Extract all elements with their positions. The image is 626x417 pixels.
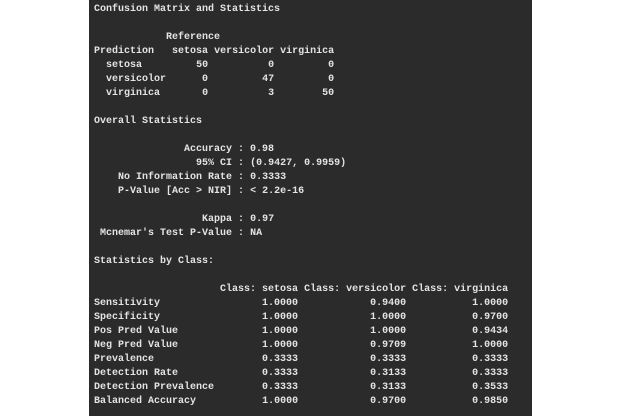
matrix-row-label: versicolor [106, 74, 167, 85]
class-stat-value: 1.0000 [262, 340, 299, 351]
overall-statistics-heading: Overall Statistics [94, 116, 203, 127]
overall-stat-row: Accuracy : 0.98 [184, 144, 275, 155]
class-stat-value: 0.9400 [370, 298, 407, 309]
matrix-row: versicolor 0 47 0 [94, 73, 508, 87]
matrix-row: virginica 0 3 50 [94, 87, 508, 101]
matrix-row-label: setosa [106, 60, 143, 71]
class-stat-value: 1.0000 [370, 326, 407, 337]
class-stat-value: 0.9700 [472, 312, 509, 323]
stat-value: 0.97 [250, 214, 275, 225]
by-class-heading: Statistics by Class: [94, 255, 508, 269]
r-console-output: Confusion Matrix and Statistics Referenc… [89, 0, 532, 416]
overall-stat-row: P-Value [Acc > NIR] : < 2.2e-16 [118, 186, 305, 197]
class-stat-row: Detection Rate 0.3333 0.3133 0.3333 [94, 367, 508, 381]
overall-stat-row: Kappa : 0.97 [202, 214, 275, 225]
matrix-column-header: setosa [172, 46, 209, 57]
prediction-header: Prediction setosa versicolor virginica [94, 45, 508, 59]
class-stat-value: 0.3133 [370, 382, 407, 393]
class-stat-row: Pos Pred Value 1.0000 1.0000 0.9434 [94, 325, 508, 339]
class-stat-value: 0.3333 [370, 354, 407, 365]
class-stat-row: Balanced Accuracy 1.0000 0.9700 0.9850 [94, 395, 508, 409]
class-stat-label: Sensitivity [94, 298, 161, 309]
overall-stat-row: 95% CI : (0.9427, 0.9959) [196, 158, 347, 169]
overall-stat-row: No Information Rate : 0.3333 [118, 172, 287, 183]
class-stat-row: Neg Pred Value 1.0000 0.9709 1.0000 [94, 339, 508, 353]
class-stat-value: 0.9850 [472, 396, 509, 407]
class-stat-value: 1.0000 [472, 340, 509, 351]
matrix-cell: 50 [196, 60, 209, 71]
reference-label: Reference [166, 32, 221, 43]
class-stat-value: 0.3133 [370, 368, 407, 379]
stat-label: 95% CI [196, 158, 233, 169]
matrix-cell: 50 [322, 88, 335, 99]
matrix-row: setosa 50 0 0 [94, 59, 508, 73]
stat-value: < 2.2e-16 [250, 186, 305, 197]
reference-header: Reference [94, 31, 508, 45]
class-stat-value: 0.3333 [472, 354, 509, 365]
console-title: Confusion Matrix and Statistics [94, 4, 281, 15]
stat-label: Accuracy [184, 144, 233, 155]
stat-label: P-Value [Acc > NIR] [118, 186, 233, 197]
stat-label: No Information Rate [118, 172, 233, 183]
overall-heading: Overall Statistics [94, 115, 508, 129]
class-column-header: Class: setosa [220, 284, 299, 295]
class-stat-value: 0.9434 [472, 326, 509, 337]
stat-value: 0.98 [250, 144, 275, 155]
class-column-header: Class: virginica [412, 284, 509, 295]
class-stat-label: Prevalence [94, 354, 155, 365]
class-stat-value: 0.3333 [262, 382, 299, 393]
class-stat-value: 1.0000 [370, 312, 407, 323]
class-stat-label: Specificity [94, 312, 161, 323]
matrix-cell: 0 [328, 74, 335, 85]
class-stat-value: 0.9709 [370, 340, 407, 351]
matrix-cell: 47 [262, 74, 275, 85]
class-stat-value: 0.9700 [370, 396, 407, 407]
overall-stat-row: Mcnemar's Test P-Value : NA [100, 228, 263, 239]
title-line: Confusion Matrix and Statistics [94, 3, 508, 17]
class-stat-label: Detection Rate [94, 368, 179, 379]
stat-value: NA [250, 228, 263, 239]
class-stat-value: 1.0000 [262, 298, 299, 309]
class-stat-value: 1.0000 [262, 396, 299, 407]
class-stat-value: 1.0000 [472, 298, 509, 309]
class-stat-row: Specificity 1.0000 1.0000 0.9700 [94, 311, 508, 325]
prediction-label: Prediction [94, 46, 155, 57]
matrix-cell: 0 [328, 60, 335, 71]
class-stat-value: 0.3533 [472, 382, 509, 393]
class-stat-row: Prevalence 0.3333 0.3333 0.3333 [94, 353, 508, 367]
matrix-row-label: virginica [106, 88, 161, 99]
class-stat-row: Detection Prevalence 0.3333 0.3133 0.353… [94, 381, 508, 395]
class-stat-row: Sensitivity 1.0000 0.9400 1.0000 [94, 297, 508, 311]
matrix-cell: 3 [268, 88, 275, 99]
class-stat-value: 0.3333 [472, 368, 509, 379]
stat-label: Mcnemar's Test P-Value [100, 228, 233, 239]
class-stat-value: 1.0000 [262, 326, 299, 337]
console-text: Confusion Matrix and Statistics Referenc… [94, 3, 508, 409]
class-stat-label: Pos Pred Value [94, 326, 179, 337]
class-stat-label: Balanced Accuracy [94, 396, 197, 407]
matrix-column-header: virginica [280, 46, 335, 57]
matrix-cell: 0 [202, 74, 209, 85]
stat-value: 0.3333 [250, 172, 287, 183]
class-stat-value: 0.3333 [262, 354, 299, 365]
stat-value: (0.9427, 0.9959) [250, 158, 347, 169]
matrix-column-header: versicolor [214, 46, 275, 57]
stat-label: Kappa [202, 214, 233, 225]
class-stat-label: Neg Pred Value [94, 340, 179, 351]
class-stat-value: 1.0000 [262, 312, 299, 323]
matrix-cell: 0 [268, 60, 275, 71]
statistics-by-class-heading: Statistics by Class: [94, 256, 215, 267]
class-stat-label: Detection Prevalence [94, 382, 215, 393]
class-header-row: Class: setosa Class: versicolor Class: v… [94, 283, 508, 297]
class-column-header: Class: versicolor [304, 284, 407, 295]
class-stat-value: 0.3333 [262, 368, 299, 379]
matrix-cell: 0 [202, 88, 209, 99]
